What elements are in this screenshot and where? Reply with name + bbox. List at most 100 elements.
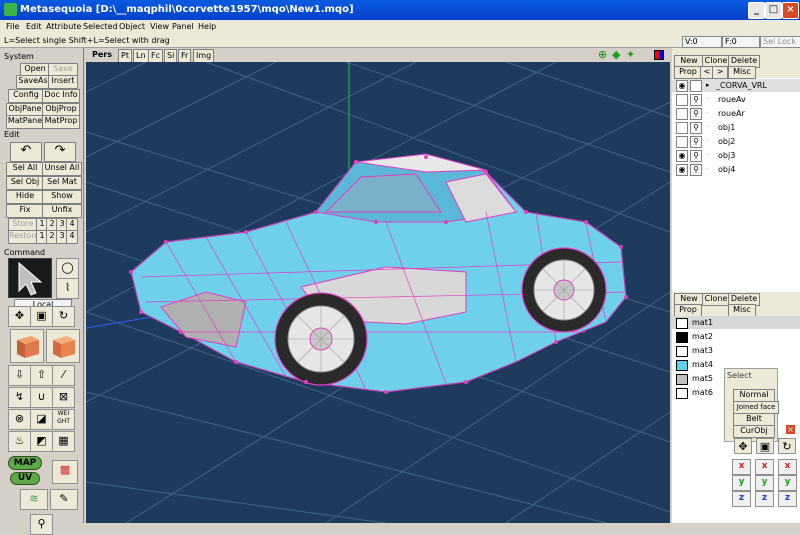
lock-icon[interactable]: ⚲ <box>690 108 702 120</box>
tab-pt[interactable]: Pt <box>118 49 132 63</box>
close-button[interactable]: × <box>782 2 799 19</box>
scale-tool-button[interactable]: ▣ <box>30 306 53 327</box>
hide-button[interactable]: Hide <box>6 190 44 204</box>
edit-face-button[interactable] <box>46 329 80 363</box>
scene[interactable] <box>86 62 670 523</box>
lock-icon[interactable]: ⚲ <box>690 94 702 106</box>
show-button[interactable]: Show <box>42 190 82 204</box>
weight-tool-button[interactable]: WEI GHT <box>52 409 75 430</box>
lock-icon[interactable]: ⚲ <box>690 164 702 176</box>
material-clone-button[interactable]: Clone <box>702 293 730 306</box>
sel-obj-button[interactable]: Sel Obj <box>6 176 44 190</box>
create-box-button[interactable] <box>10 329 44 363</box>
object-next-button[interactable]: > <box>712 66 728 79</box>
menu-panel[interactable]: Panel <box>172 22 194 31</box>
lock-toggle[interactable] <box>690 80 702 92</box>
push-tool-button[interactable]: ⇩ <box>8 365 31 386</box>
sel-mat-button[interactable]: Sel Mat <box>42 176 82 190</box>
axis-x-button[interactable]: x <box>732 459 751 475</box>
pull-tool-button[interactable]: ⇧ <box>30 365 53 386</box>
visibility-eye-icon[interactable]: ◉ <box>676 164 688 176</box>
axis-z-button[interactable]: z <box>732 491 751 507</box>
object-misc-button[interactable]: Misc <box>728 66 756 79</box>
grid-tool-button[interactable]: ▦ <box>52 431 75 452</box>
visibility-eye-icon[interactable] <box>676 122 688 134</box>
pan-view-icon[interactable]: ◆ <box>612 49 624 61</box>
bevel-tool-button[interactable]: ◩ <box>30 431 53 452</box>
menu-object[interactable]: Object <box>119 22 145 31</box>
fix-button[interactable]: Fix <box>6 204 44 218</box>
menu-view[interactable]: View <box>150 22 169 31</box>
menu-edit[interactable]: Edit <box>26 22 42 31</box>
sel-all-button[interactable]: Sel All <box>6 162 44 176</box>
lock-icon[interactable]: ⚲ <box>690 122 702 134</box>
visibility-eye-icon[interactable]: ◉ <box>676 150 688 162</box>
knife-tool-button[interactable]: ⁄ <box>52 365 75 386</box>
material-row[interactable]: mat3 <box>672 344 800 357</box>
lock-icon[interactable]: ⚲ <box>690 150 702 162</box>
axis-rotate-button[interactable]: ↻ <box>778 438 796 454</box>
view-color-icon[interactable] <box>654 50 664 60</box>
lightning-tool-button[interactable]: ≋ <box>20 489 48 510</box>
restore-button[interactable]: Restore <box>8 230 38 244</box>
lasso-tool-button[interactable]: ◯ <box>56 258 79 279</box>
unsel-all-button[interactable]: Unsel All <box>42 162 82 176</box>
config-button[interactable]: Config <box>8 89 44 103</box>
undo-button[interactable]: ↶ <box>10 142 42 162</box>
object-row[interactable]: ◉ ▸ _CORVA_VRL <box>672 79 800 92</box>
delete-tool-button[interactable]: ⊗ <box>8 409 31 430</box>
redo-button[interactable]: ↷ <box>44 142 76 162</box>
visibility-eye-icon[interactable] <box>676 94 688 106</box>
object-row[interactable]: ⚲ · roueAv <box>672 93 800 106</box>
color-cube-button[interactable]: ▩ <box>52 460 78 484</box>
axis-x-button[interactable]: x <box>755 459 774 475</box>
bend-tool-button[interactable]: ↯ <box>8 387 31 408</box>
object-row[interactable]: ◉ ⚲ · obj4 <box>672 163 800 176</box>
object-row[interactable]: ⚲ · roueAr <box>672 107 800 120</box>
sculpt-tool-button[interactable]: ⊠ <box>52 387 75 408</box>
uv-button[interactable]: UV <box>10 472 40 485</box>
saveas-button[interactable]: SaveAs <box>16 75 50 89</box>
magnify-tool-button[interactable]: ⚲ <box>30 514 53 535</box>
axis-z-button[interactable]: z <box>778 491 797 507</box>
visibility-eye-icon[interactable] <box>676 108 688 120</box>
tab-fc[interactable]: Fc <box>148 49 163 63</box>
matpane-button[interactable]: MatPane <box>6 115 44 129</box>
select-tool-button[interactable] <box>8 258 52 298</box>
menu-selected[interactable]: Selected <box>83 22 118 31</box>
axis-scale-button[interactable]: ▣ <box>756 438 774 454</box>
map-button[interactable]: MAP <box>8 456 42 470</box>
viewport-3d[interactable] <box>86 62 670 523</box>
unfix-button[interactable]: Unfix <box>42 204 82 218</box>
minimize-button[interactable]: _ <box>748 2 765 19</box>
tab-img[interactable]: Img <box>193 49 215 63</box>
axis-x-button[interactable]: x <box>778 459 797 475</box>
axis-z-button[interactable]: z <box>755 491 774 507</box>
paint-tool-button[interactable]: ◪ <box>30 409 53 430</box>
maximize-button[interactable]: □ <box>765 2 782 19</box>
lock-icon[interactable]: ⚲ <box>690 136 702 148</box>
tab-pers[interactable]: Pers <box>90 49 114 61</box>
axis-y-button[interactable]: y <box>755 475 774 491</box>
select-curobj-button[interactable]: CurObj <box>733 425 775 438</box>
object-row[interactable]: ⚲ · obj2 <box>672 135 800 148</box>
magnet-tool-button[interactable]: ∪ <box>30 387 53 408</box>
doc-info-button[interactable]: Doc Info <box>42 89 80 103</box>
axis-move-button[interactable]: ✥ <box>734 438 752 454</box>
visibility-eye-icon[interactable]: ◉ <box>676 80 688 92</box>
smooth-tool-button[interactable]: ♨ <box>8 431 31 452</box>
menu-help[interactable]: Help <box>198 22 216 31</box>
tab-fr[interactable]: Fr <box>178 49 192 63</box>
object-row[interactable]: ◉ ⚲ · obj3 <box>672 149 800 162</box>
rope-tool-button[interactable]: ⌇ <box>56 278 79 299</box>
menu-attribute[interactable]: Attribute <box>46 22 81 31</box>
sel-lock-button[interactable]: Sel Lock <box>760 36 800 48</box>
move-tool-button[interactable]: ✥ <box>8 306 31 327</box>
tab-si[interactable]: Si <box>164 49 178 63</box>
brush-tool-button[interactable]: ✎ <box>50 489 78 510</box>
rotate-tool-button[interactable]: ↻ <box>52 306 75 327</box>
insert-button[interactable]: Insert <box>48 75 78 89</box>
rotate-view-icon[interactable]: ✦ <box>626 49 638 61</box>
select-panel-close-icon[interactable]: × <box>785 424 796 435</box>
object-prop-button[interactable]: Prop <box>674 66 702 79</box>
